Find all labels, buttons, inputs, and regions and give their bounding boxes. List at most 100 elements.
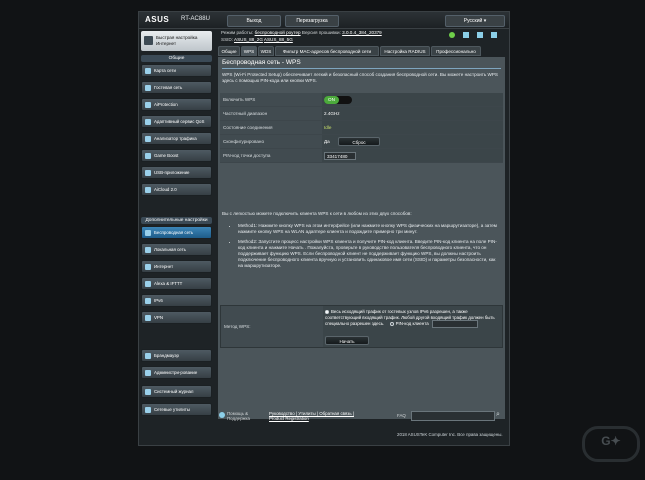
sidebar-item-aiprotection[interactable]: AiProtection <box>141 98 212 111</box>
sidebar-item-label: VPN <box>154 315 164 320</box>
toggle-on-label: ON <box>324 96 339 104</box>
client-pin-radio[interactable] <box>389 322 394 326</box>
wps-enable-toggle[interactable]: ON <box>324 96 352 104</box>
network-map-icon <box>145 68 151 74</box>
ssid-label: SSID: <box>221 37 233 42</box>
advanced-section-title: Дополнительные настройки <box>141 217 212 224</box>
game-icon <box>145 153 151 159</box>
sidebar-item-wireless[interactable]: Беспроводная сеть <box>141 226 212 239</box>
search-icon[interactable]: ⌕ <box>496 411 504 419</box>
sidebar-item-administration[interactable]: Администри-рование <box>141 366 212 379</box>
sidebar-item-vpn[interactable]: VPN <box>141 311 212 324</box>
sidebar-item-firewall[interactable]: Брандмауэр <box>141 349 212 362</box>
sidebar-item-alexa[interactable]: Alexa & IFTTT <box>141 277 212 290</box>
sidebar-item-guest-network[interactable]: Гостевая сеть <box>141 81 212 94</box>
sidebar-item-label: Карта сети <box>154 68 176 73</box>
title-divider <box>222 68 501 69</box>
sidebar-item-label: Alexa & IFTTT <box>154 281 183 286</box>
row-label: PIN-код точки доступа <box>220 149 322 162</box>
sidebar-item-label: Гостевая сеть <box>154 85 183 90</box>
sidebar-item-network-tools[interactable]: Сетевые утилиты <box>141 403 212 416</box>
wps-method-options: Весь исходящий трафик от гостевых узлов … <box>325 309 501 328</box>
footer: Помощь & Поддержка Руководство | Утилиты… <box>217 410 507 426</box>
reset-button[interactable]: Сброс <box>338 137 380 146</box>
sidebar-item-qos[interactable]: Адаптивный сервис QoS <box>141 115 212 128</box>
general-section-title: Общие <box>141 55 212 62</box>
help-support-link[interactable]: Помощь & Поддержка <box>227 411 263 421</box>
ssid-5g-link[interactable]: ASUS_88_5G <box>264 37 293 42</box>
sidebar-item-label: Локальная сеть <box>154 247 186 252</box>
sidebar-item-game-boost[interactable]: Game Boost <box>141 149 212 162</box>
mode-link[interactable]: беспроводной роутер <box>255 30 301 35</box>
sidebar-item-ipv6[interactable]: IPv6 <box>141 294 212 307</box>
ipv6-icon <box>145 298 151 304</box>
faq-search-input[interactable] <box>411 411 495 421</box>
sidebar-item-label: AiProtection <box>154 102 178 107</box>
table-row: Состояние соединения Idle <box>220 121 503 135</box>
ap-pin-field[interactable]: 33417480 <box>324 152 356 160</box>
lan-icon <box>145 247 151 253</box>
sidebar-item-label: Адаптивный сервис QoS <box>154 119 205 124</box>
methods-list: Method1: Нажмите кнопку WPS на этом инте… <box>232 223 498 273</box>
sidebar-item-label: Сетевые утилиты <box>154 407 190 412</box>
row-label: Сконфигурировано <box>220 135 322 148</box>
wifi-status-icon[interactable] <box>491 32 497 38</box>
tools-icon <box>145 407 151 413</box>
sidebar-item-label: Анализатор трафика <box>154 136 197 141</box>
quick-setup-button[interactable]: Быстрая настройка Интернет <box>141 31 212 51</box>
sidebar-item-label: USB-приложение <box>154 170 190 175</box>
tab-general[interactable]: Общие <box>218 46 240 56</box>
tab-wps[interactable]: WPS <box>241 46 257 56</box>
quick-setup-icon <box>144 36 153 45</box>
ssid-2g-link[interactable]: ASUS_88_2G <box>234 37 263 42</box>
row-label: Включить WPS <box>220 93 322 106</box>
push-button-radio[interactable] <box>325 309 329 314</box>
status-icons <box>449 31 507 41</box>
sidebar-item-label: AiCloud 2.0 <box>154 187 177 192</box>
tab-radius[interactable]: Настройка RADIUS <box>380 46 430 56</box>
sidebar-item-lan[interactable]: Локальная сеть <box>141 243 212 256</box>
sidebar-item-label: IPv6 <box>154 298 163 303</box>
start-button[interactable]: Начать <box>325 336 369 345</box>
table-row: Частотный диапазон 2.4GHz <box>220 107 503 121</box>
sidebar-item-wan[interactable]: Интернет <box>141 260 212 273</box>
usb-status-icon[interactable] <box>477 32 483 38</box>
router-admin-window: ASUS RT-AC88U Выход Перезагрузка Русский… <box>138 11 510 446</box>
sidebar-item-system-log[interactable]: Системный журнал <box>141 385 212 398</box>
quick-setup-label: Быстрая настройка Интернет <box>156 35 198 46</box>
admin-icon <box>145 370 151 376</box>
table-row: PIN-код точки доступа 33417480 <box>220 149 503 163</box>
sidebar-item-label: Беспроводная сеть <box>154 230 194 235</box>
firewall-icon <box>145 353 151 359</box>
info-bar: Режим работы: беспроводной роутер Версия… <box>221 29 507 45</box>
globe-icon <box>145 264 151 270</box>
wireless-icon <box>145 230 151 236</box>
usb-icon <box>145 170 151 176</box>
page-description: WPS (Wi-Fi Protected Setup) обеспечивает… <box>222 72 498 83</box>
sidebar-item-label: Брандмауэр <box>154 353 179 358</box>
client-pin-input[interactable] <box>431 320 478 328</box>
language-label: Русский <box>463 18 483 24</box>
connect-intro: Вы с легкостью можете подключить клиента… <box>222 211 412 216</box>
row-label: Частотный диапазон <box>220 107 322 120</box>
tab-professional[interactable]: Профессионально <box>431 46 481 56</box>
footer-links[interactable]: Руководство | Утилиты | Обратная связь |… <box>269 411 369 421</box>
tab-mac-filter[interactable]: Фильтр MAC-адресов беспроводной сети <box>275 46 379 56</box>
help-icon <box>219 412 225 418</box>
reboot-button[interactable]: Перезагрузка <box>285 15 339 27</box>
app-icon[interactable] <box>449 32 455 38</box>
log-icon <box>145 389 151 395</box>
chevron-down-icon: ▾ <box>483 18 487 24</box>
logout-button[interactable]: Выход <box>227 15 281 27</box>
language-select[interactable]: Русский ▾ <box>445 15 505 27</box>
tab-wds[interactable]: WDS <box>258 46 274 56</box>
sidebar-item-aicloud[interactable]: AiCloud 2.0 <box>141 183 212 196</box>
sidebar-item-usb[interactable]: USB-приложение <box>141 166 212 179</box>
firmware-link[interactable]: 3.0.0.4_384_20379 <box>342 30 382 35</box>
internet-status-icon[interactable] <box>463 32 469 38</box>
sidebar-item-traffic-analyzer[interactable]: Анализатор трафика <box>141 132 212 145</box>
wps-method-row: Метод WPS: Весь исходящий трафик от гост… <box>220 305 503 348</box>
firmware-label: Версия прошивки: <box>301 30 341 35</box>
sidebar-item-network-map[interactable]: Карта сети <box>141 64 212 77</box>
wps-panel: Беспроводная сеть - WPS WPS (Wi-Fi Prote… <box>218 57 505 419</box>
